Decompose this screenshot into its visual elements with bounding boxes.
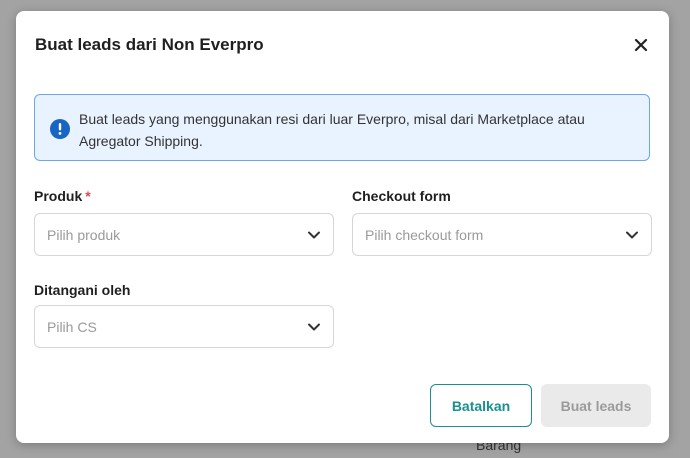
checkout-form-placeholder: Pilih checkout form [365, 227, 484, 243]
ditangani-oleh-select[interactable]: Pilih CS [34, 305, 334, 348]
checkout-form-select[interactable]: Pilih checkout form [352, 213, 652, 256]
chevron-down-icon [308, 231, 320, 239]
info-alert: Buat leads yang menggunakan resi dari lu… [34, 94, 650, 161]
chevron-down-icon [308, 323, 320, 331]
close-icon [634, 38, 648, 52]
produk-label: Produk * [34, 188, 91, 204]
ditangani-oleh-label: Ditangani oleh [34, 282, 131, 298]
create-leads-modal: Buat leads dari Non Everpro Buat leads y… [16, 11, 669, 443]
close-button[interactable] [627, 31, 655, 59]
checkout-form-label: Checkout form [352, 188, 451, 204]
alert-message: Buat leads yang menggunakan resi dari lu… [79, 111, 585, 149]
produk-placeholder: Pilih produk [47, 227, 121, 243]
modal-title: Buat leads dari Non Everpro [35, 35, 264, 54]
create-leads-button: Buat leads [541, 384, 651, 427]
info-exclamation-icon [50, 119, 70, 139]
ditangani-oleh-placeholder: Pilih CS [47, 319, 97, 335]
produk-select[interactable]: Pilih produk [34, 213, 334, 256]
cancel-button[interactable]: Batalkan [430, 384, 532, 427]
required-asterisk: * [85, 188, 91, 204]
chevron-down-icon [626, 231, 638, 239]
produk-label-text: Produk [34, 188, 83, 204]
